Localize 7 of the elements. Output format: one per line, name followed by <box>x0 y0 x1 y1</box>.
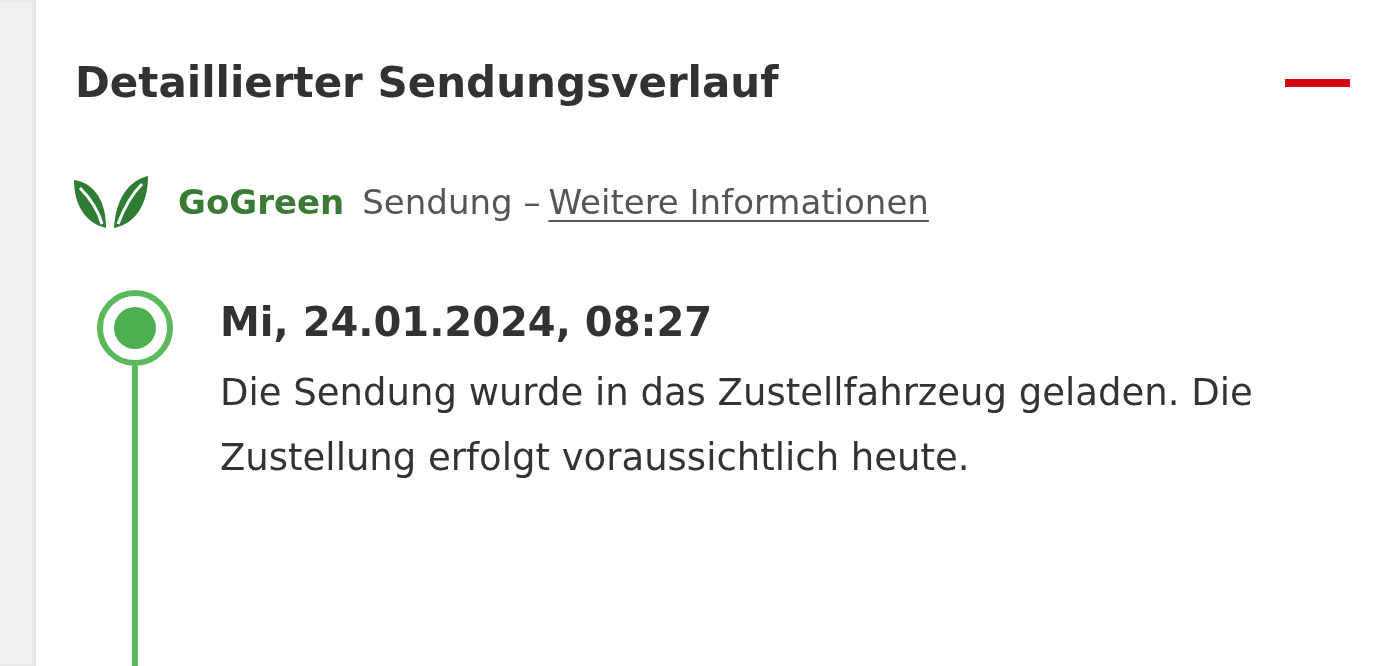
label-text: Sendung – <box>362 182 541 223</box>
event-description: Die Sendung wurde in das Zustellfahrzeug geladen. Die Zustellung erfolgt voraussichtlich heute. <box>220 370 1254 482</box>
info-link[interactable]: Weitere Informationen <box>548 182 929 223</box>
leaves-icon <box>72 174 150 231</box>
brand-name: GoGreen <box>178 182 345 223</box>
section-title: Detaillierter Sendungsverlauf <box>75 58 779 109</box>
event-date: Mi, 24.01.2024, 08:27 <box>220 298 714 347</box>
